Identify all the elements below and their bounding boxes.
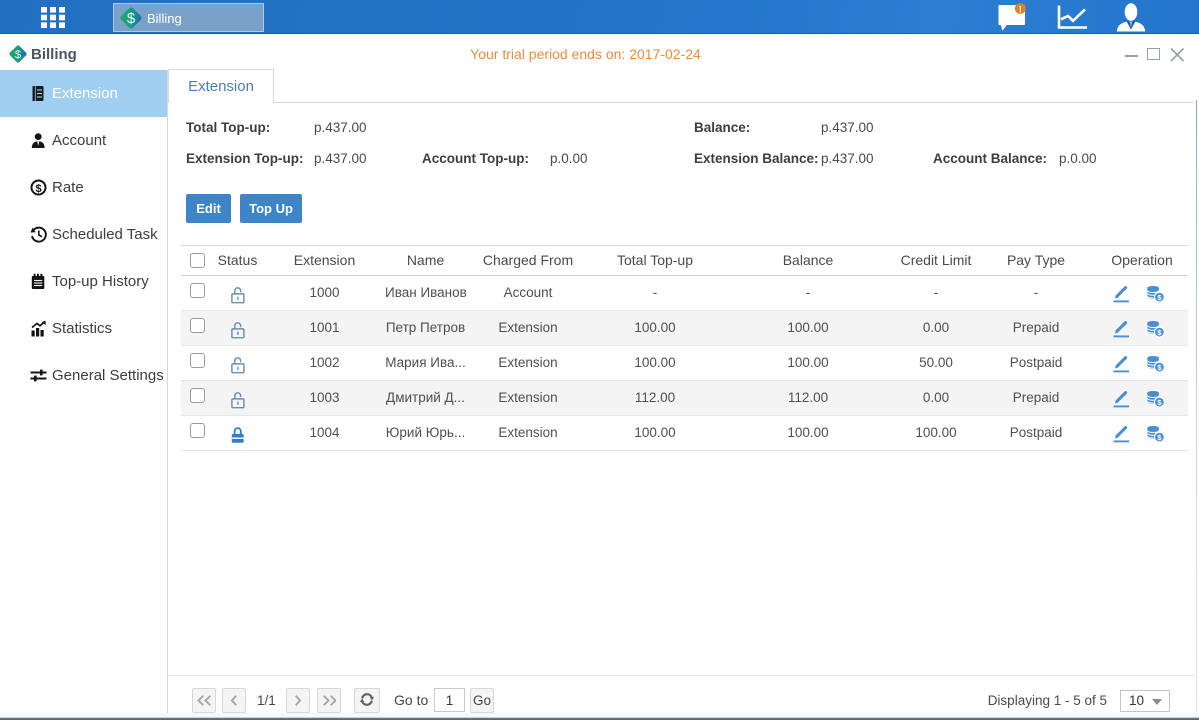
svg-text:$: $ [35, 183, 41, 195]
svg-text:$: $ [127, 10, 136, 27]
svg-text:!: ! [1019, 4, 1022, 15]
